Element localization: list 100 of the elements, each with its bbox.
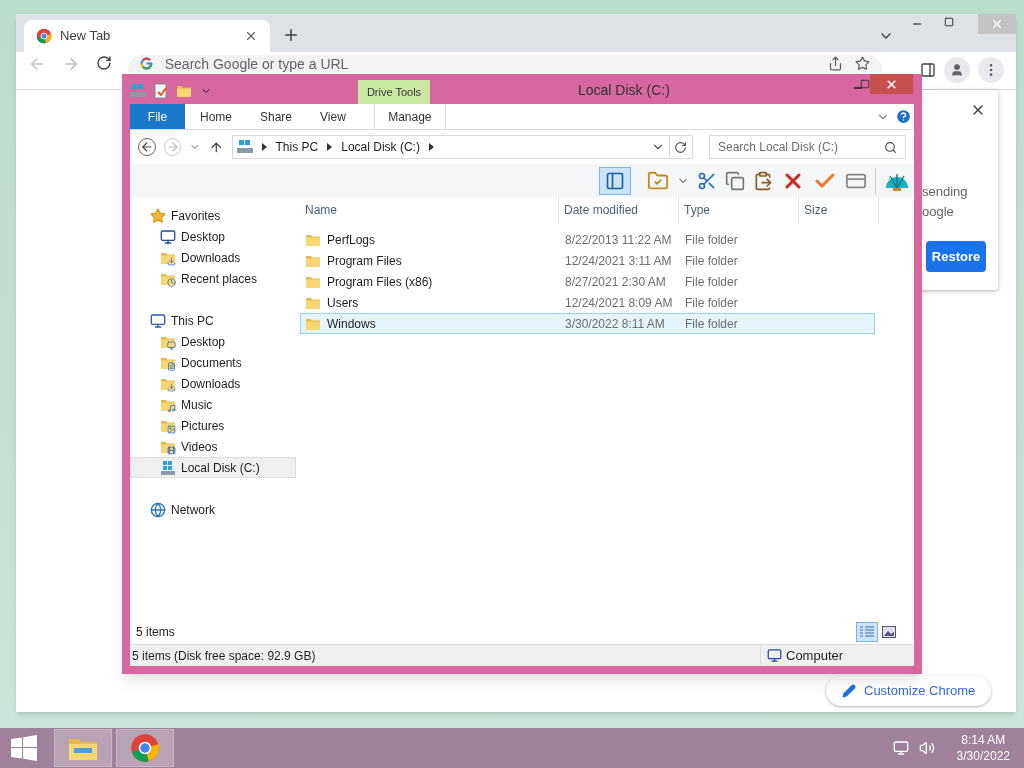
column-header[interactable]: Date modified xyxy=(559,197,679,223)
ribbon-tab[interactable]: View xyxy=(306,104,360,129)
ribbon-tab[interactable]: File xyxy=(130,104,185,129)
folder-check-icon[interactable] xyxy=(647,169,669,192)
ribbon-tab[interactable]: Share xyxy=(246,104,307,129)
address-field[interactable]: This PC Local Disk (C:) xyxy=(231,135,670,159)
file-name: Users xyxy=(327,294,359,312)
date-cell-text: 3/30/2022 8:11 AM xyxy=(564,315,666,333)
nav-item[interactable]: Pictures xyxy=(130,415,296,436)
file-name: Program Files xyxy=(327,252,402,270)
column-header[interactable]: Size xyxy=(799,197,879,223)
type-cell-text: File folder xyxy=(684,315,739,333)
breadcrumb-item[interactable]: Local Disk (C:) xyxy=(341,138,420,156)
chevron-icon[interactable] xyxy=(428,143,434,151)
google-icon xyxy=(139,57,153,70)
browser-logo-icon xyxy=(36,28,52,44)
type-cell-text: File folder xyxy=(684,294,739,312)
chevron-icon[interactable] xyxy=(261,143,267,151)
clipboard-icon[interactable] xyxy=(753,170,773,191)
maximize-icon[interactable] xyxy=(860,79,870,89)
pane-button[interactable] xyxy=(599,166,631,195)
nav-item[interactable]: Downloads xyxy=(130,373,296,394)
nav-item[interactable]: Network xyxy=(130,499,296,520)
computer-icon xyxy=(150,312,166,329)
image-icon xyxy=(882,626,896,638)
ribbon-tab[interactable]: Home xyxy=(186,104,246,129)
pane-icon xyxy=(605,170,625,191)
file-row[interactable]: PerfLogs 8/22/2013 11:22 AM File folder xyxy=(300,229,875,250)
ribbon-tab[interactable]: Manage xyxy=(373,104,446,129)
nav-item[interactable]: Desktop xyxy=(130,331,296,352)
customize-button[interactable]: Customize Chrome xyxy=(826,676,992,706)
breadcrumb-item[interactable]: This PC xyxy=(275,138,319,156)
nav-item[interactable]: Local Disk (C:) xyxy=(130,457,296,478)
address-placeholder: Search Google or type a URL xyxy=(164,56,350,72)
profile-button[interactable] xyxy=(944,57,970,83)
browser-logo xyxy=(130,733,160,763)
address-field[interactable]: Search Google or type a URL xyxy=(127,55,882,72)
nav-item[interactable]: Downloads xyxy=(130,247,296,268)
star-icon xyxy=(150,207,166,224)
maximize-icon[interactable] xyxy=(944,17,954,27)
properties-icon[interactable] xyxy=(154,83,168,99)
date-cell-text: 8/27/2021 2:30 AM xyxy=(564,273,667,291)
start-icon[interactable] xyxy=(11,735,37,761)
nav-item[interactable]: Desktop xyxy=(130,226,296,247)
context-tab-header: Drive Tools xyxy=(358,80,430,104)
drive-icon xyxy=(236,140,253,154)
file-row[interactable]: Windows 3/30/2022 8:11 AM File folder xyxy=(300,313,875,334)
restore-button[interactable]: Restore xyxy=(926,241,986,272)
chevron-icon[interactable] xyxy=(327,143,333,151)
computer-icon xyxy=(767,648,782,663)
nav-item[interactable]: Videos xyxy=(130,436,296,457)
card-text: oogle xyxy=(922,203,955,221)
file-row[interactable]: Program Files 12/24/2021 3:11 AM File folder xyxy=(300,250,875,271)
new-tab-icon[interactable] xyxy=(282,26,300,44)
pencil-icon xyxy=(842,684,856,698)
window-title: Local Disk (C:) xyxy=(578,81,670,100)
close-icon xyxy=(885,77,898,91)
list-icon xyxy=(860,626,874,638)
column-header[interactable]: Type xyxy=(679,197,799,223)
file-name: Windows xyxy=(327,315,376,333)
column-header[interactable]: Name xyxy=(300,197,559,223)
nav-item[interactable]: Music xyxy=(130,394,296,415)
type-cell-text: File folder xyxy=(684,231,739,249)
side-panel-icon[interactable] xyxy=(920,62,936,78)
reload-icon[interactable] xyxy=(95,55,112,71)
new-folder-icon xyxy=(176,83,192,99)
refresh-button[interactable] xyxy=(669,135,693,159)
file-row[interactable]: Users 12/24/2021 8:09 AM File folder xyxy=(300,292,875,313)
status-text: 5 items (Disk free space: 92.9 GB) xyxy=(131,647,317,665)
network-icon[interactable] xyxy=(892,740,909,756)
help-icon[interactable] xyxy=(895,108,912,125)
close-button[interactable] xyxy=(870,74,913,94)
browser-tab[interactable]: New Tab xyxy=(24,20,270,52)
nav-item[interactable]: Documents xyxy=(130,352,296,373)
nav-item[interactable]: Favorites xyxy=(130,205,296,226)
browser-button[interactable] xyxy=(116,729,174,767)
drive-icon xyxy=(160,459,176,476)
bookmark-icon[interactable] xyxy=(855,56,870,71)
person-icon xyxy=(950,63,964,77)
menu-button[interactable] xyxy=(978,57,1004,83)
nav-item[interactable]: Recent places xyxy=(130,268,296,289)
scissors-icon[interactable] xyxy=(697,170,717,191)
item-count: 5 items xyxy=(136,624,176,641)
share-icon[interactable] xyxy=(828,56,843,71)
date-cell-text: 12/24/2021 3:11 AM xyxy=(564,252,673,270)
file-name: PerfLogs xyxy=(327,231,376,249)
card-text: sending xyxy=(922,183,969,201)
copy-icon[interactable] xyxy=(725,170,745,191)
file-name: Program Files (x86) xyxy=(327,273,433,291)
date-cell-text: 8/22/2013 11:22 AM xyxy=(564,231,673,249)
nav-item[interactable]: This PC xyxy=(130,310,296,331)
refresh-icon xyxy=(674,140,688,154)
date-cell-text: 12/24/2021 8:09 AM xyxy=(564,294,674,312)
type-cell-text: File folder xyxy=(684,273,739,291)
close-icon[interactable] xyxy=(244,29,258,43)
file-row[interactable]: Program Files (x86) 8/27/2021 2:30 AM File folder xyxy=(300,271,875,292)
search-field[interactable]: Search Local Disk (C:) xyxy=(709,135,906,159)
network-icon xyxy=(150,501,166,518)
status-location: Computer xyxy=(786,646,844,665)
close-icon xyxy=(990,17,1004,31)
